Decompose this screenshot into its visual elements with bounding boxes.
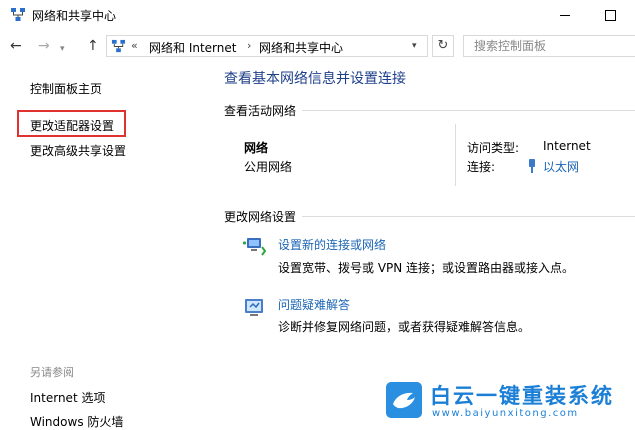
- minimize-button[interactable]: [555, 5, 575, 25]
- breadcrumb-network-sharing-center[interactable]: 网络和共享中心: [259, 39, 343, 56]
- network-name: 网络: [244, 141, 269, 155]
- watermark-url: www.baiyunxitong.com: [432, 408, 579, 419]
- address-bar[interactable]: « 网络和 Internet › 网络和共享中心 ▾: [106, 35, 428, 57]
- window-title: 网络和共享中心: [32, 9, 117, 23]
- network-center-icon: [111, 39, 126, 53]
- new-connection-icon: [243, 238, 266, 256]
- sidebar-item-change-advanced-sharing[interactable]: 更改高级共享设置: [30, 142, 126, 159]
- breadcrumb-overflow-icon[interactable]: «: [131, 39, 138, 52]
- see-also-heading: 另请参阅: [30, 366, 74, 379]
- recent-locations-chevron-icon[interactable]: ▾: [60, 41, 65, 57]
- vertical-divider: [455, 124, 456, 186]
- page-title: 查看基本网络信息并设置连接: [224, 71, 406, 87]
- setup-new-connection-link[interactable]: 设置新的连接或网络: [278, 236, 386, 253]
- back-arrow-icon[interactable]: ←: [10, 38, 22, 54]
- troubleshoot-problems-link[interactable]: 问题疑难解答: [278, 296, 350, 313]
- access-type-value: Internet: [543, 139, 591, 153]
- breadcrumb-separator-icon[interactable]: ›: [247, 39, 251, 52]
- connections-label: 连接:: [467, 160, 496, 174]
- address-dropdown-icon[interactable]: ▾: [412, 41, 417, 51]
- navigation-bar: ← → ▾ ↑ « 网络和 Internet › 网络和共享中心 ▾ ↻ 搜索控…: [0, 30, 635, 62]
- watermark-logo: 白云一键重装系统 www.baiyunxitong.com: [386, 380, 632, 424]
- sidebar-item-windows-firewall[interactable]: Windows 防火墙: [30, 413, 123, 430]
- watermark-title: 白云一键重装系统: [430, 384, 614, 408]
- refresh-icon[interactable]: ↻: [432, 35, 454, 57]
- network-center-icon: [11, 8, 25, 21]
- breadcrumb-network-internet[interactable]: 网络和 Internet: [149, 39, 236, 56]
- active-networks-heading: 查看活动网络: [224, 102, 303, 119]
- forward-arrow-icon[interactable]: →: [38, 38, 50, 54]
- maximize-button[interactable]: [600, 5, 620, 25]
- network-type[interactable]: 公用网络: [244, 158, 292, 175]
- up-arrow-icon[interactable]: ↑: [87, 38, 99, 54]
- ethernet-icon: [529, 159, 535, 173]
- sidebar-item-internet-options[interactable]: Internet 选项: [30, 389, 105, 406]
- change-network-settings-heading: 更改网络设置: [224, 208, 303, 225]
- search-input[interactable]: 搜索控制面板: [463, 35, 635, 57]
- ethernet-connection-link[interactable]: 以太网: [543, 158, 579, 175]
- bird-logo-icon: [386, 382, 422, 418]
- troubleshoot-icon: [245, 299, 263, 316]
- sidebar-item-change-adapter-settings[interactable]: 更改适配器设置: [30, 117, 114, 134]
- troubleshoot-problems-description: 诊断并修复网络问题，或者获得疑难解答信息。: [278, 320, 531, 334]
- access-type-label: 访问类型:: [467, 141, 520, 155]
- sidebar-item-control-panel-home[interactable]: 控制面板主页: [30, 80, 102, 97]
- setup-new-connection-description: 设置宽带、拨号或 VPN 连接；或设置路由器或接入点。: [278, 261, 575, 275]
- title-bar: 网络和共享中心: [0, 0, 635, 30]
